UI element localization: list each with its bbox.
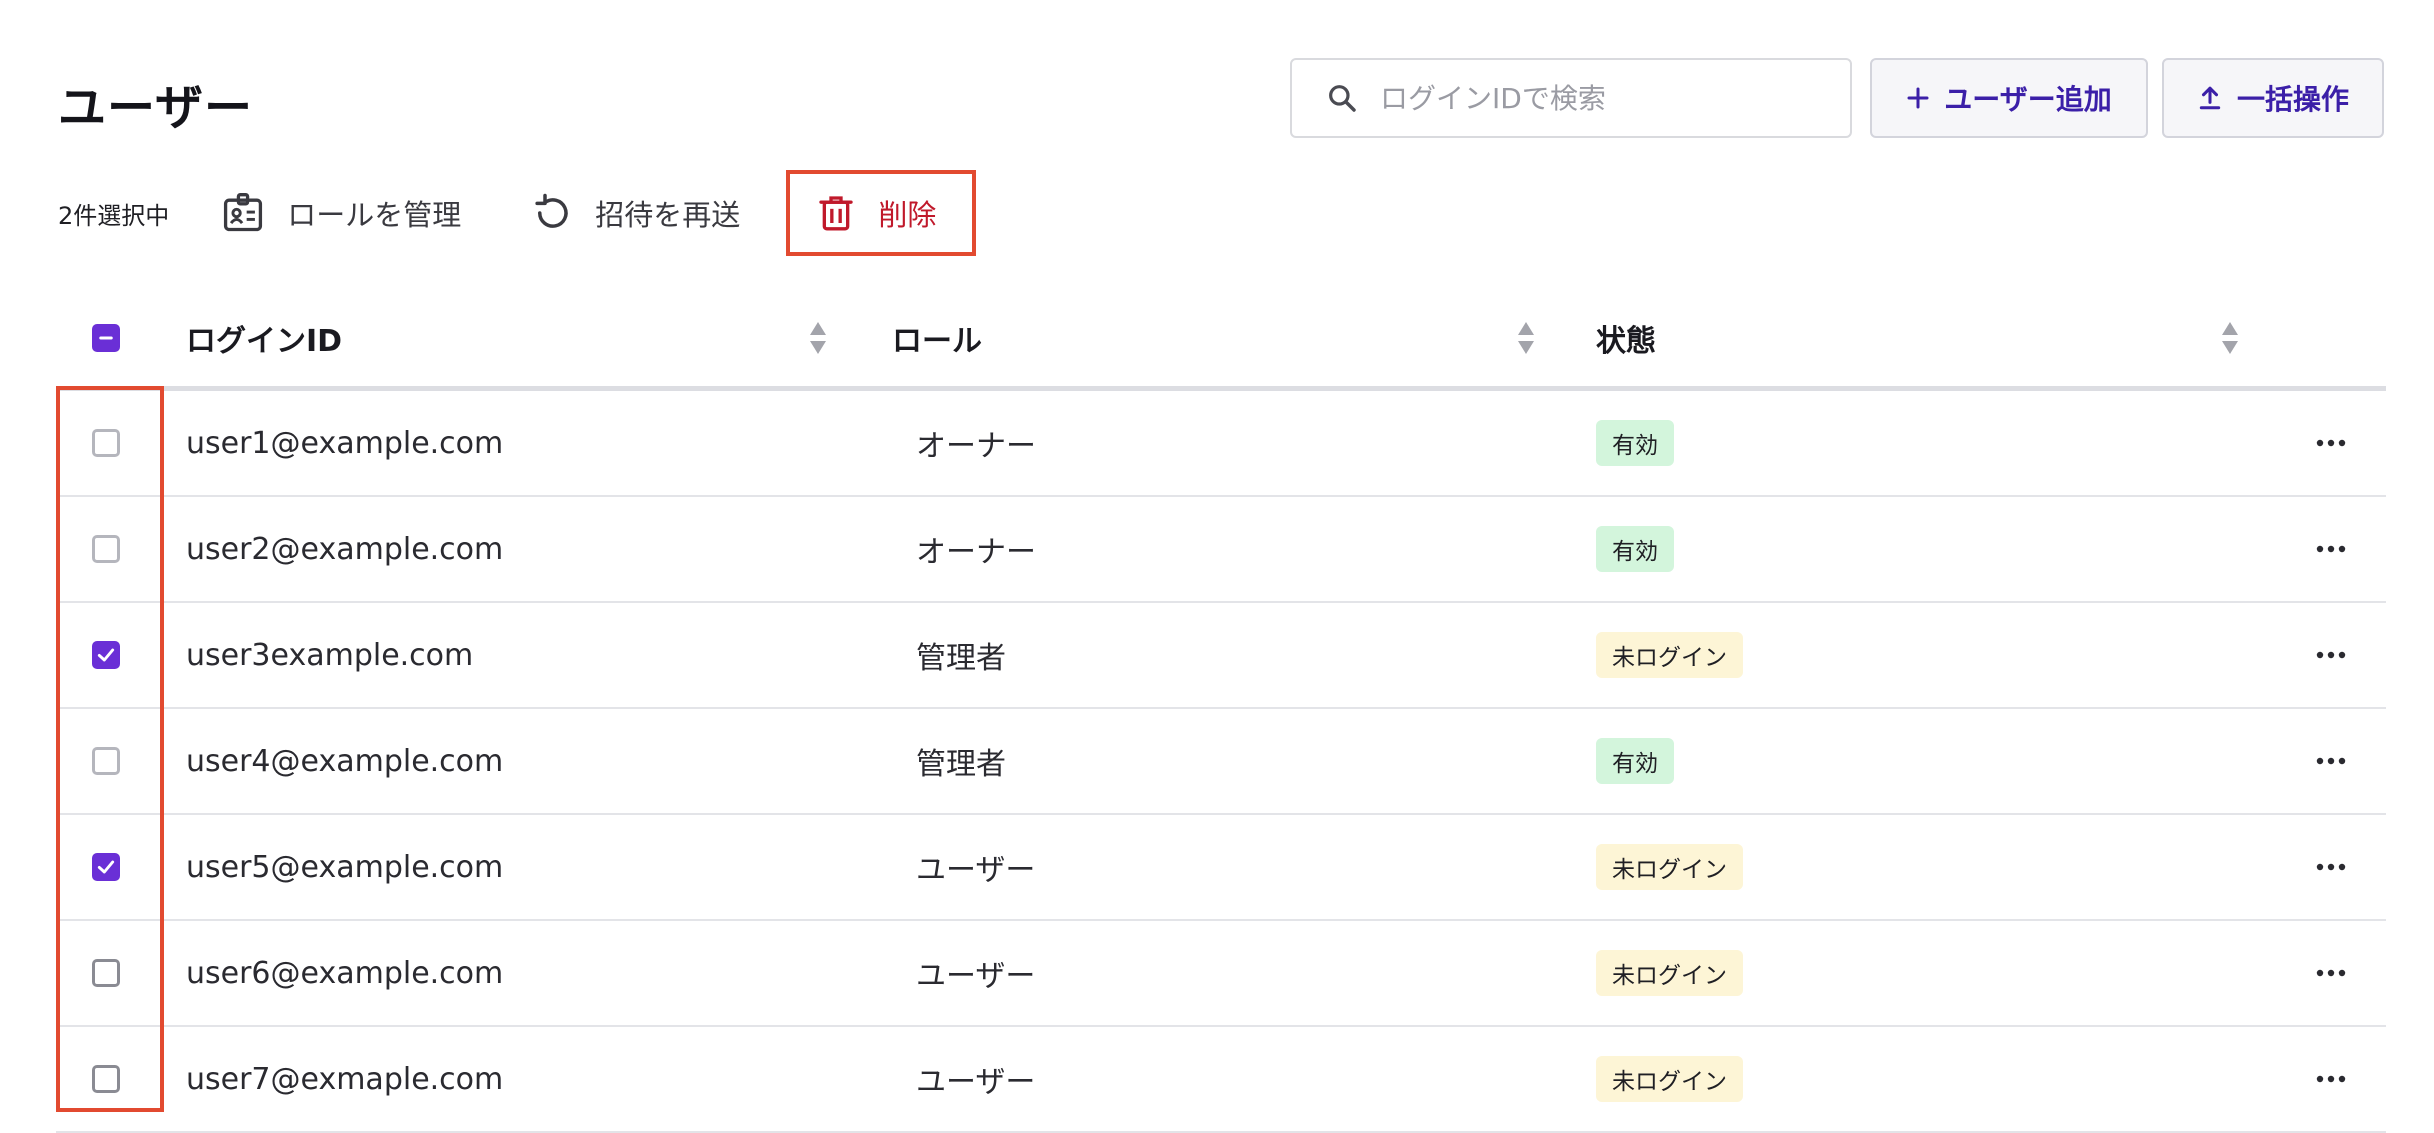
resend-invite-button[interactable]: 招待を再送 bbox=[531, 192, 740, 234]
status-cell: 未ログイン bbox=[1596, 603, 1743, 707]
table-row[interactable]: user2@example.com オーナー 有効 bbox=[56, 497, 2386, 603]
resend-invite-label: 招待を再送 bbox=[595, 198, 741, 232]
upload-icon bbox=[2199, 86, 2221, 110]
table-row[interactable]: user3example.com 管理者 未ログイン bbox=[56, 603, 2386, 709]
role-cell: 管理者 bbox=[916, 747, 1006, 782]
checkmark-icon bbox=[97, 860, 115, 874]
table-header: ログインID ロール 状態 bbox=[56, 290, 2386, 391]
row-select-cell bbox=[92, 921, 120, 1025]
row-checkbox[interactable] bbox=[92, 641, 120, 669]
checkmark-icon bbox=[97, 648, 115, 662]
more-horizontal-icon[interactable] bbox=[2316, 650, 2346, 660]
select-all-checkbox[interactable] bbox=[92, 324, 120, 352]
status-badge: 未ログイン bbox=[1596, 632, 1743, 678]
row-menu-button[interactable] bbox=[2316, 391, 2346, 495]
status-cell: 有効 bbox=[1596, 497, 1674, 601]
role-cell: 管理者 bbox=[916, 641, 1006, 676]
row-checkbox[interactable] bbox=[92, 429, 120, 457]
row-menu-button[interactable] bbox=[2316, 709, 2346, 813]
delete-button[interactable]: 削除 bbox=[786, 170, 977, 256]
login-id-cell: user7@exmaple.com bbox=[186, 1061, 504, 1097]
row-menu-button[interactable] bbox=[2316, 603, 2346, 707]
sort-icon[interactable] bbox=[2220, 320, 2240, 356]
plus-icon bbox=[1907, 87, 1929, 109]
login-id-cell: user6@example.com bbox=[186, 955, 504, 991]
login-id-cell: user3example.com bbox=[186, 637, 474, 673]
table-body: user1@example.com オーナー 有効 user2@example.com… bbox=[56, 391, 2386, 1133]
table-row[interactable]: user7@exmaple.com ユーザー 未ログイン bbox=[56, 1027, 2386, 1133]
login-id-cell: user2@example.com bbox=[186, 531, 504, 567]
refresh-icon bbox=[535, 193, 569, 228]
row-select-cell bbox=[92, 497, 120, 601]
sort-icon[interactable] bbox=[808, 320, 828, 356]
add-user-label: ユーザー追加 bbox=[1944, 83, 2112, 116]
row-menu-button[interactable] bbox=[2316, 497, 2346, 601]
selected-count: 2件選択中 bbox=[58, 201, 170, 230]
status-badge: 有効 bbox=[1596, 738, 1674, 784]
status-cell: 未ログイン bbox=[1596, 1027, 1743, 1131]
table-row[interactable]: user1@example.com オーナー 有効 bbox=[56, 391, 2386, 497]
search-input[interactable] bbox=[1378, 80, 1822, 116]
status-cell: 有効 bbox=[1596, 391, 1674, 495]
row-select-cell bbox=[92, 1027, 120, 1131]
select-all-cell bbox=[92, 290, 120, 386]
minus-icon bbox=[99, 336, 113, 340]
column-header-status[interactable]: 状態 bbox=[1596, 290, 1656, 386]
role-cell: オーナー bbox=[916, 429, 1036, 464]
status-cell: 有効 bbox=[1596, 709, 1674, 813]
table-row[interactable]: user5@example.com ユーザー 未ログイン bbox=[56, 815, 2386, 921]
delete-label: 削除 bbox=[878, 198, 937, 232]
status-badge: 有効 bbox=[1596, 526, 1674, 572]
role-cell: オーナー bbox=[916, 535, 1036, 570]
status-badge: 未ログイン bbox=[1596, 844, 1743, 890]
sort-icon[interactable] bbox=[1516, 320, 1536, 356]
bulk-action-label: 一括操作 bbox=[2236, 83, 2349, 116]
more-horizontal-icon[interactable] bbox=[2316, 544, 2346, 554]
manage-roles-label: ロールを管理 bbox=[287, 198, 462, 232]
table-row[interactable]: user4@example.com 管理者 有効 bbox=[56, 709, 2386, 815]
status-cell: 未ログイン bbox=[1596, 921, 1743, 1025]
trash-icon bbox=[819, 196, 853, 231]
role-cell: ユーザー bbox=[916, 1065, 1036, 1100]
column-header-login-id[interactable]: ログインID bbox=[186, 290, 342, 386]
row-checkbox[interactable] bbox=[92, 853, 120, 881]
role-cell: ユーザー bbox=[916, 853, 1036, 888]
row-checkbox[interactable] bbox=[92, 747, 120, 775]
row-checkbox[interactable] bbox=[92, 959, 120, 987]
row-checkbox[interactable] bbox=[92, 535, 120, 563]
table-row[interactable]: user6@example.com ユーザー 未ログイン bbox=[56, 921, 2386, 1027]
login-id-cell: user1@example.com bbox=[186, 425, 504, 461]
manage-roles-button[interactable]: ロールを管理 bbox=[221, 191, 461, 235]
users-table: ログインID ロール 状態 user1@example.com オーナー 有効 use… bbox=[56, 290, 2386, 1133]
status-badge: 有効 bbox=[1596, 420, 1674, 466]
row-select-cell bbox=[92, 391, 120, 495]
selection-toolbar: 2件選択中 ロールを管理 招待を再送 削除 bbox=[58, 170, 1046, 256]
role-cell: ユーザー bbox=[916, 959, 1036, 994]
page-title: ユーザー bbox=[58, 80, 254, 136]
more-horizontal-icon[interactable] bbox=[2316, 1074, 2346, 1084]
search-icon bbox=[1329, 85, 1356, 112]
more-horizontal-icon[interactable] bbox=[2316, 862, 2346, 872]
more-horizontal-icon[interactable] bbox=[2316, 756, 2346, 766]
status-badge: 未ログイン bbox=[1596, 950, 1743, 996]
id-badge-icon bbox=[224, 193, 263, 232]
status-badge: 未ログイン bbox=[1596, 1056, 1743, 1102]
row-select-cell bbox=[92, 709, 120, 813]
row-checkbox[interactable] bbox=[92, 1065, 120, 1093]
more-horizontal-icon[interactable] bbox=[2316, 438, 2346, 448]
login-id-cell: user5@example.com bbox=[186, 849, 504, 885]
search-box[interactable] bbox=[1290, 58, 1852, 138]
row-menu-button[interactable] bbox=[2316, 1027, 2346, 1131]
column-header-role[interactable]: ロール bbox=[892, 290, 982, 386]
more-horizontal-icon[interactable] bbox=[2316, 968, 2346, 978]
row-select-cell bbox=[92, 603, 120, 707]
add-user-button[interactable]: ユーザー追加 bbox=[1870, 58, 2148, 138]
login-id-cell: user4@example.com bbox=[186, 743, 504, 779]
row-menu-button[interactable] bbox=[2316, 921, 2346, 1025]
row-select-cell bbox=[92, 815, 120, 919]
status-cell: 未ログイン bbox=[1596, 815, 1743, 919]
bulk-action-button[interactable]: 一括操作 bbox=[2162, 58, 2384, 138]
row-menu-button[interactable] bbox=[2316, 815, 2346, 919]
